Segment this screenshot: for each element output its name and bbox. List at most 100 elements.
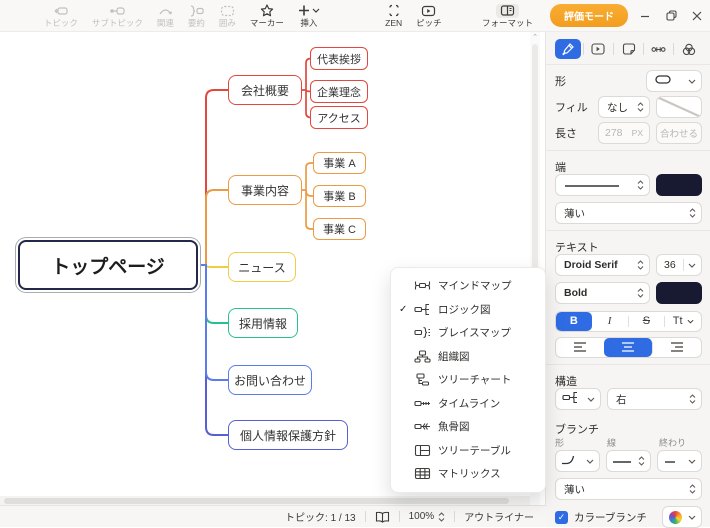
minimize-button[interactable] — [632, 3, 658, 29]
branch-weight-select[interactable]: 薄い — [555, 478, 702, 500]
shape-row: 形 — [555, 70, 702, 92]
font-color-swatch[interactable] — [656, 282, 702, 304]
menu-item-timeline[interactable]: タイムライン — [391, 392, 545, 416]
shape-select[interactable] — [646, 70, 702, 92]
brace-map-icon — [414, 326, 438, 339]
horizontal-scrollbar-thumb[interactable] — [4, 498, 509, 504]
tab-divider — [643, 43, 644, 55]
insert-button[interactable]: 挿入 — [291, 1, 327, 31]
topic-node[interactable]: 事業 B — [313, 185, 366, 207]
text-style-row: B I S Tt — [555, 310, 702, 332]
color-branch-checkbox[interactable]: ✓ — [555, 511, 568, 524]
topic-node[interactable]: ニュース — [228, 252, 296, 282]
topic-icon — [53, 4, 68, 18]
fill-color-swatch[interactable] — [656, 96, 702, 118]
topic-node[interactable]: 事業 C — [313, 218, 366, 240]
play-icon — [421, 4, 436, 18]
menu-item-logic-chart[interactable]: ✓ ロジック図 — [391, 298, 545, 322]
branch-color-select[interactable] — [662, 506, 702, 528]
bold-button[interactable]: B — [556, 312, 592, 331]
topic-node[interactable]: 事業 A — [313, 152, 366, 174]
align-left-button[interactable] — [556, 338, 604, 357]
summary-button[interactable]: 要約 — [181, 1, 212, 31]
font-family-select[interactable]: Droid Serif — [555, 254, 650, 276]
line-solid-icon — [564, 179, 620, 191]
rounded-rect-icon — [655, 75, 671, 87]
chevron-down-icon — [688, 515, 701, 520]
edge-line-style-select[interactable] — [555, 174, 650, 196]
close-button[interactable] — [684, 3, 710, 29]
topic-node[interactable]: 採用情報 — [228, 308, 298, 338]
topic-node[interactable]: 企業理念 — [310, 80, 368, 103]
subtopic-button[interactable]: サブトピック — [85, 1, 150, 31]
outliner-button[interactable]: アウトライナー — [464, 509, 534, 524]
menu-item-tree-chart[interactable]: ツリーチャート — [391, 368, 545, 392]
line-end-icon — [664, 455, 676, 467]
evaluation-mode-button[interactable]: 評価モード — [550, 4, 628, 27]
fill-select[interactable]: なし — [598, 96, 650, 118]
structure-type-select[interactable] — [555, 388, 601, 410]
boundary-button[interactable]: 囲み — [212, 1, 243, 31]
pitch-button[interactable]: ピッチ — [409, 1, 449, 31]
strikethrough-button[interactable]: S — [629, 312, 665, 331]
topic-node[interactable]: 事業内容 — [228, 175, 302, 205]
font-size-select[interactable]: 36 — [656, 254, 702, 276]
tab-style[interactable] — [555, 39, 581, 59]
tab-note[interactable] — [616, 39, 642, 59]
chevron-down-icon — [688, 459, 701, 464]
divider — [454, 511, 455, 522]
menu-item-fishbone[interactable]: 魚骨図 — [391, 415, 545, 439]
tab-animation[interactable] — [585, 39, 611, 59]
topic-node[interactable]: 会社概要 — [228, 75, 302, 105]
menu-item-brace-map[interactable]: ブレイスマップ — [391, 321, 545, 345]
branch-shape-select[interactable] — [555, 450, 600, 472]
star-icon — [260, 4, 274, 18]
branch-line-style-select[interactable] — [606, 450, 651, 472]
fit-button[interactable]: 合わせる — [656, 122, 702, 144]
line-solid-icon — [612, 455, 632, 467]
menu-item-matrix[interactable]: マトリックス — [391, 462, 545, 486]
menu-item-mindmap[interactable]: マインドマップ — [391, 274, 545, 298]
menu-item-org-chart[interactable]: 組織図 — [391, 345, 545, 369]
panel-tabs — [555, 38, 702, 60]
align-center-button[interactable] — [604, 338, 652, 357]
topic-button[interactable]: トピック — [37, 1, 85, 31]
italic-button[interactable]: I — [592, 312, 628, 331]
text-case-button[interactable]: Tt — [665, 312, 701, 331]
branch-end-select[interactable] — [657, 450, 702, 472]
topic-node[interactable]: 個人情報保護方針 — [228, 420, 348, 450]
marker-button[interactable]: マーカー — [243, 1, 291, 31]
divider — [546, 64, 710, 65]
restore-button[interactable] — [658, 3, 684, 29]
horizontal-scrollbar[interactable] — [0, 496, 530, 505]
relation-button[interactable]: 関連 — [150, 1, 181, 31]
boundary-icon — [220, 4, 235, 18]
topic-node[interactable]: お問い合わせ — [228, 365, 312, 395]
topic-node[interactable]: 代表挨拶 — [310, 47, 368, 70]
zen-button[interactable]: ZEN — [378, 1, 409, 31]
central-topic-node[interactable]: トップページ — [18, 240, 198, 290]
window-controls — [632, 3, 710, 29]
zoom-control[interactable]: 100% — [409, 511, 446, 522]
format-panel: 形 フィル なし 長さ 278 PX 合わせる 端 — [545, 32, 710, 527]
scroll-up-icon[interactable]: ⌃ — [530, 32, 540, 42]
topic-node[interactable]: アクセス — [310, 106, 368, 129]
length-input[interactable]: 278 PX — [598, 122, 650, 144]
tab-theme[interactable] — [676, 39, 702, 59]
edge-weight-row: 薄い — [555, 202, 702, 224]
layout-menu: マインドマップ ✓ ロジック図 ブレイスマップ 組織図 ツリーチャート タイムラ… — [390, 267, 546, 493]
edge-color-swatch[interactable] — [656, 174, 702, 196]
chevron-down-icon — [683, 259, 701, 271]
align-right-button[interactable] — [653, 338, 701, 357]
stepper-icon — [637, 102, 649, 112]
tree-table-icon — [414, 444, 438, 457]
logic-chart-icon — [562, 391, 579, 407]
edge-weight-select[interactable]: 薄い — [555, 202, 702, 224]
structure-direction-select[interactable]: 右 — [607, 388, 702, 410]
menu-item-tree-table[interactable]: ツリーテーブル — [391, 439, 545, 463]
chevron-down-icon — [586, 459, 599, 464]
tab-shortcut[interactable] — [646, 39, 672, 59]
font-weight-select[interactable]: Bold — [555, 282, 650, 304]
book-icon[interactable] — [375, 511, 390, 523]
format-button[interactable]: フォーマット — [475, 1, 540, 31]
